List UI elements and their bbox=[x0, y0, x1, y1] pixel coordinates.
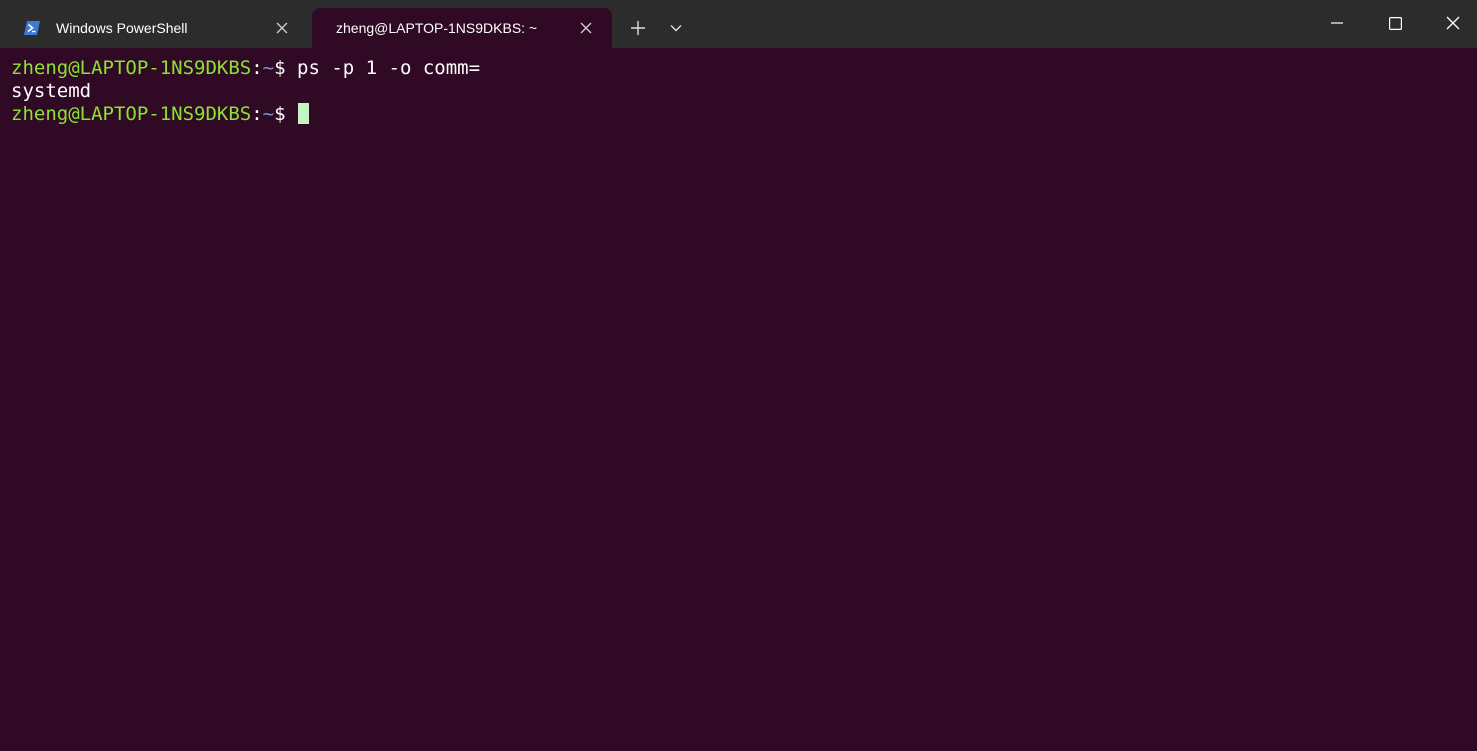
prompt-end: $ bbox=[274, 57, 298, 79]
plus-icon bbox=[631, 21, 645, 35]
terminal-line: zheng@LAPTOP-1NS9DKBS:~$ ps -p 1 -o comm… bbox=[11, 57, 1477, 80]
new-tab-button[interactable] bbox=[622, 12, 654, 44]
prompt-user: zheng@LAPTOP-1NS9DKBS bbox=[11, 57, 252, 79]
terminal-output[interactable]: zheng@LAPTOP-1NS9DKBS:~$ ps -p 1 -o comm… bbox=[0, 48, 1477, 751]
prompt-user: zheng@LAPTOP-1NS9DKBS bbox=[11, 103, 252, 125]
tab-dropdown-button[interactable] bbox=[660, 12, 692, 44]
minimize-button[interactable] bbox=[1308, 0, 1366, 46]
close-icon bbox=[1446, 16, 1460, 30]
terminal-line: systemd bbox=[11, 80, 1477, 103]
tab-terminal[interactable]: zheng@LAPTOP-1NS9DKBS: ~ bbox=[312, 8, 612, 48]
prompt-separator: : bbox=[251, 103, 263, 125]
tab-label: zheng@LAPTOP-1NS9DKBS: ~ bbox=[336, 20, 538, 36]
command-text: ps -p 1 -o comm= bbox=[297, 57, 481, 79]
tab-label: Windows PowerShell bbox=[56, 20, 188, 36]
prompt-path: ~ bbox=[262, 103, 275, 125]
minimize-icon bbox=[1331, 22, 1343, 24]
command-output: systemd bbox=[11, 80, 92, 102]
close-tab-icon[interactable] bbox=[572, 14, 600, 42]
prompt-end: $ bbox=[274, 103, 298, 125]
terminal-line: zheng@LAPTOP-1NS9DKBS:~$ bbox=[11, 103, 1477, 126]
close-tab-icon[interactable] bbox=[268, 14, 296, 42]
text-cursor bbox=[298, 103, 310, 124]
close-window-button[interactable] bbox=[1424, 0, 1477, 46]
title-bar: Windows PowerShell zheng@LAPTOP-1NS9DKBS… bbox=[0, 0, 1477, 48]
prompt-path: ~ bbox=[262, 57, 275, 79]
tab-windows-powershell[interactable]: Windows PowerShell bbox=[8, 8, 308, 48]
maximize-button[interactable] bbox=[1366, 0, 1424, 46]
maximize-icon bbox=[1388, 16, 1402, 30]
powershell-icon bbox=[24, 20, 40, 36]
chevron-down-icon bbox=[670, 25, 682, 32]
prompt-separator: : bbox=[251, 57, 263, 79]
